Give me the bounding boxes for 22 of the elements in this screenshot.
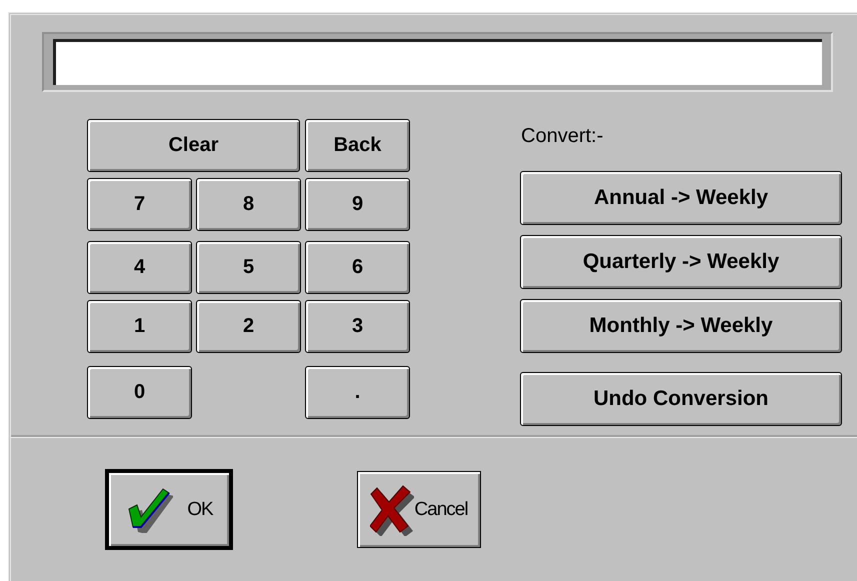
conversion-button[interactable]: Undo Conversion — [520, 372, 842, 426]
cancel-button[interactable]: Cancel — [357, 471, 481, 548]
keypad-key[interactable]: Back — [305, 119, 410, 172]
ok-button[interactable]: OK — [105, 469, 233, 550]
keypad-key[interactable]: 7 — [87, 178, 192, 231]
keypad-key[interactable]: 1 — [87, 300, 192, 353]
keypad-key[interactable]: 5 — [196, 241, 301, 294]
conversion-button[interactable]: Annual -> Weekly — [520, 171, 842, 225]
display-field[interactable] — [53, 39, 822, 85]
keypad-key[interactable]: 3 — [305, 300, 410, 353]
conversion-button[interactable]: Monthly -> Weekly — [520, 299, 842, 353]
keypad-key[interactable]: 6 — [305, 241, 410, 294]
convert-label: Convert:- — [521, 125, 604, 149]
keypad-key[interactable]: . — [305, 366, 410, 419]
keypad-key[interactable]: 9 — [305, 178, 410, 231]
keypad-key[interactable]: 0 — [87, 366, 192, 419]
keypad-key[interactable]: Clear — [87, 119, 300, 172]
keypad-key[interactable]: 8 — [196, 178, 301, 231]
keypad-key[interactable]: 4 — [87, 241, 192, 294]
cross-icon — [370, 484, 414, 536]
keypad-key[interactable]: 2 — [196, 300, 301, 353]
conversion-button[interactable]: Quarterly -> Weekly — [520, 235, 842, 289]
